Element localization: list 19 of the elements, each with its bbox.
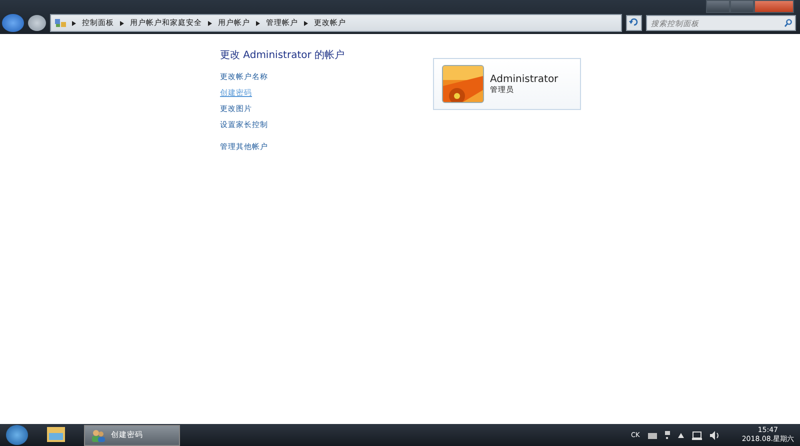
search-icon [784,19,792,27]
speaker-icon[interactable] [710,430,720,440]
chevron-icon [120,20,124,26]
forward-button[interactable] [28,15,46,31]
start-button[interactable] [6,425,28,445]
chevron-icon [72,20,76,26]
back-button[interactable] [2,14,24,32]
tray-icon[interactable] [664,430,670,440]
users-icon [91,428,105,442]
account-name: Administrator [490,74,558,84]
control-panel-icon [55,18,66,28]
page-heading: 更改 Administrator 的帐户 [220,48,346,62]
up-arrow-icon[interactable] [678,432,684,438]
refresh-icon [629,17,639,27]
chevron-icon [304,20,308,26]
chevron-icon [256,20,260,26]
chevron-icon [208,20,212,26]
refresh-button[interactable] [626,15,642,31]
close-button[interactable] [754,0,794,13]
